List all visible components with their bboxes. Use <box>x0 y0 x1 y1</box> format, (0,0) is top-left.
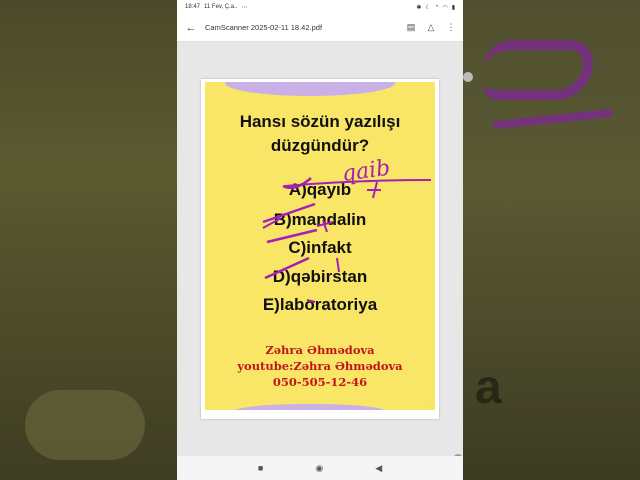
option-d: D)qəbirstan <box>272 267 368 286</box>
alarm-icon: ◔ <box>434 4 439 10</box>
option-b: B)mandalin <box>273 210 367 229</box>
wifi-icon: ◠ <box>442 4 448 11</box>
app-bar: ← CamScanner 2025-02-11 18.42.pdf ▤ △ ⋮ <box>177 14 463 42</box>
quiz-poster: Hansı sözün yazılışı düzgündür? A)qayıb … <box>205 82 435 410</box>
scanner-watermark: ····· <box>424 403 429 406</box>
blurred-handwriting <box>483 40 593 100</box>
document-title: CamScanner 2025-02-11 18.42.pdf <box>205 23 323 32</box>
status-bar: 18:47 11 Fev, Ç.a.. ⋯ ✱ ☾ ◔ ◠ ▮ <box>177 0 463 14</box>
blurred-shape <box>25 390 145 460</box>
author-info: Zəhra Əhmədova youtube:Zəhra Əhmədova 05… <box>205 342 435 390</box>
option-a: A)qayıb <box>288 180 352 199</box>
decorative-blob-top <box>225 82 395 96</box>
document-info-icon[interactable]: ▤ <box>405 22 417 34</box>
drive-icon[interactable]: △ <box>425 22 437 34</box>
bluetooth-icon: ✱ <box>416 4 422 11</box>
pdf-page: Hansı sözün yazılışı düzgündür? A)qayıb … <box>201 79 439 419</box>
moon-icon: ☾ <box>425 4 431 11</box>
question-line-2: düzgündür? <box>270 136 370 155</box>
option-c: C)infakt <box>288 238 352 257</box>
status-icons: ✱ ☾ ◔ ◠ ▮ <box>416 4 455 11</box>
recent-apps-icon[interactable]: ■ <box>258 463 263 473</box>
question-text: Hansı sözün yazılışı düzgündür? <box>205 110 435 158</box>
author-name: Zəhra Əhmədova <box>265 343 375 357</box>
status-time: 18:47 <box>185 4 201 10</box>
home-icon[interactable]: ◉ <box>315 463 323 474</box>
blurred-text: a <box>475 361 502 414</box>
more-vert-icon[interactable]: ⋮ <box>445 22 457 34</box>
decorative-blob-bottom <box>235 404 385 410</box>
document-viewer[interactable]: Hansı sözün yazılışı düzgündür? A)qayıb … <box>177 42 463 480</box>
phone-screen: 18:47 11 Fev, Ç.a.. ⋯ ✱ ☾ ◔ ◠ ▮ ← CamSca… <box>177 0 463 480</box>
navigation-bar: ■ ◉ ◀ <box>177 456 463 480</box>
back-arrow-icon[interactable]: ← <box>183 20 199 36</box>
right-blurred-background: a <box>463 0 640 480</box>
author-youtube: youtube:Zəhra Əhmədova <box>237 359 403 373</box>
left-blurred-background <box>0 0 177 480</box>
option-e: E)laboratoriya <box>262 295 378 314</box>
appbar-actions: ▤ △ ⋮ <box>405 22 457 34</box>
status-date: 11 Fev, Ç.a.. <box>204 4 238 10</box>
status-more: ⋯ <box>241 4 248 11</box>
author-phone: 050-505-12-46 <box>272 375 368 389</box>
back-icon[interactable]: ◀ <box>375 463 382 474</box>
battery-icon: ▮ <box>451 4 455 11</box>
blurred-dot <box>463 72 473 82</box>
question-line-1: Hansı sözün yazılışı <box>239 112 401 131</box>
blurred-underline <box>492 108 614 130</box>
